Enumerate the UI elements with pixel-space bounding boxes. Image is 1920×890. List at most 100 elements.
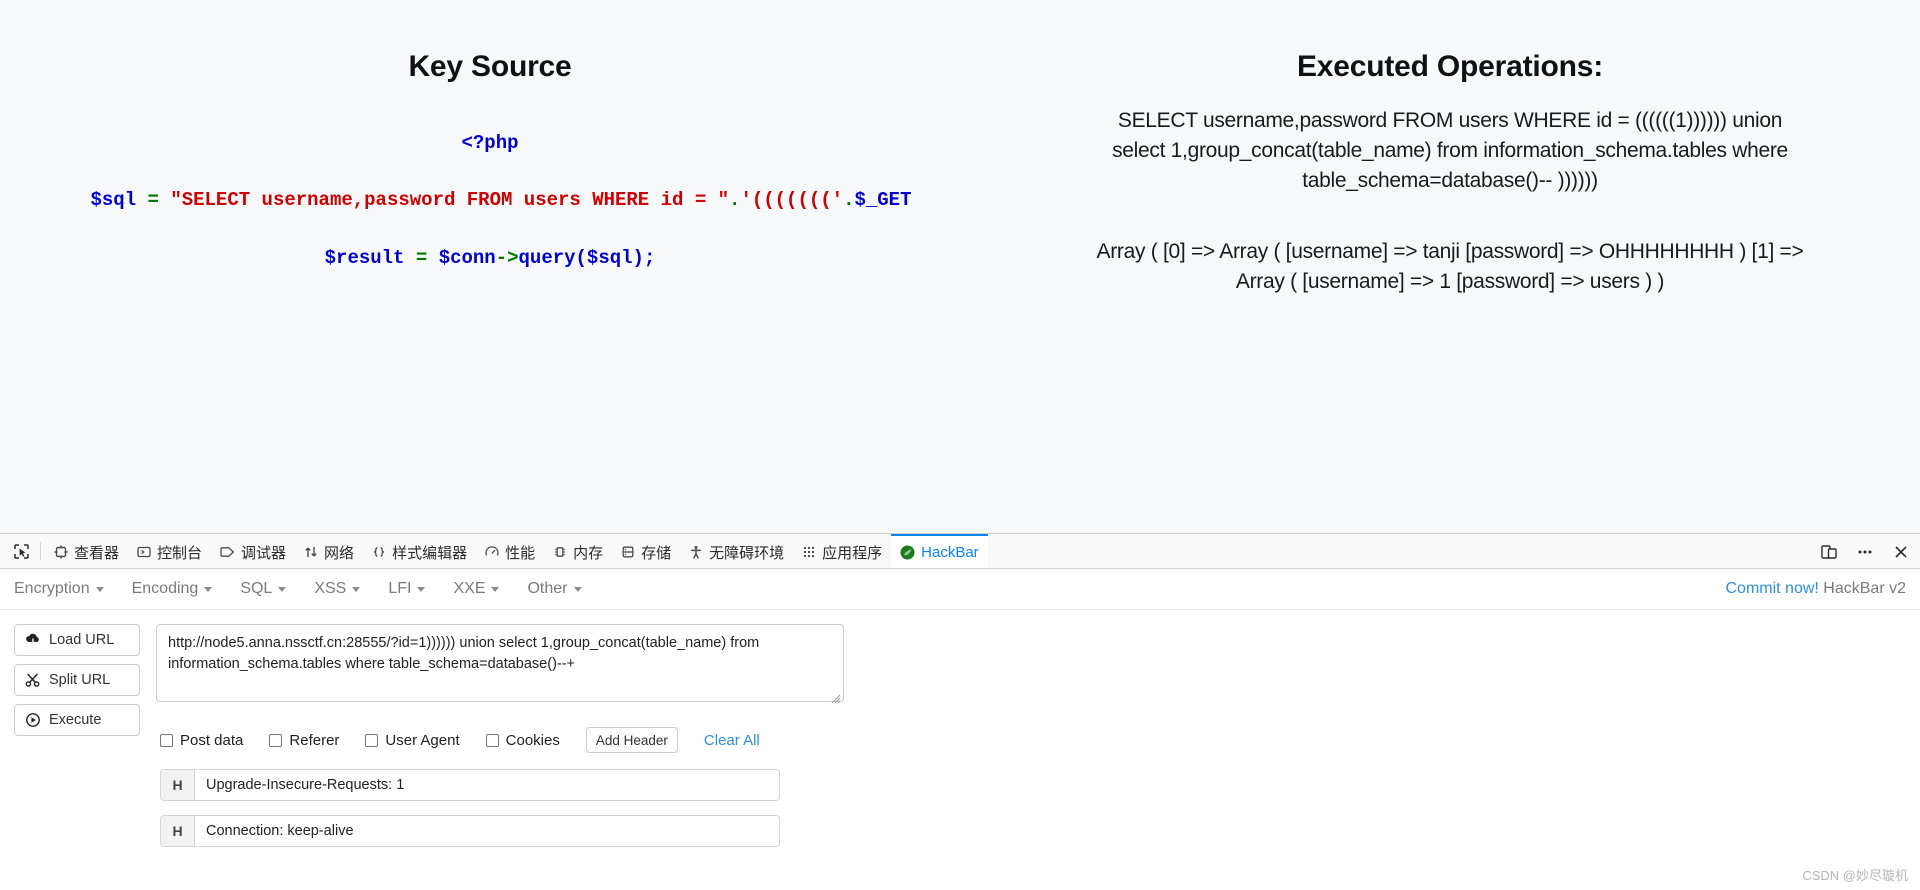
chevron-down-icon — [204, 586, 213, 592]
header-row[interactable]: H Upgrade-Insecure-Requests: 1 — [160, 769, 780, 801]
cloud-download-icon — [25, 633, 41, 647]
chevron-down-icon — [491, 586, 500, 592]
query-argument-token: ($sql); — [575, 247, 656, 269]
add-header-button[interactable]: Add Header — [585, 727, 678, 753]
devtools-tab-console[interactable]: 控制台 — [128, 534, 211, 568]
rendered-page-area: Key Source <?php $sql = "SELECT username… — [0, 0, 1920, 533]
key-source-column: Key Source <?php $sql = "SELECT username… — [0, 0, 980, 297]
devtools-tab-accessibility[interactable]: 无障碍环境 — [680, 534, 793, 568]
chevron-down-icon — [573, 586, 582, 592]
application-icon — [802, 545, 816, 559]
devtools-tab-debugger[interactable]: 调试器 — [211, 534, 295, 568]
conn-variable-token: $conn — [438, 247, 496, 269]
url-textarea-wrapper — [156, 624, 844, 707]
menu-label: LFI — [388, 580, 412, 597]
hackbar-headers-list: H Upgrade-Insecure-Requests: 1 H Connect… — [156, 769, 1906, 847]
post-data-checkbox[interactable]: Post data — [160, 732, 243, 749]
devtools-tab-style-editor[interactable]: 样式编辑器 — [363, 534, 476, 568]
devtools-tab-label: 内存 — [573, 544, 604, 562]
inspector-icon — [54, 545, 68, 559]
style-editor-icon — [372, 545, 386, 559]
devtools-tab-label: 样式编辑器 — [392, 544, 468, 562]
accessibility-icon — [689, 545, 703, 559]
hackbar-options-row: Post data Referer User Agent Cookies Add… — [156, 727, 1906, 753]
hackbar-body: Load URL Split URL Execute http://node5.… — [0, 610, 1920, 861]
hackbar-menu-sql[interactable]: SQL — [240, 580, 287, 598]
sql-concat2-token: . — [843, 189, 855, 211]
url-input[interactable] — [156, 624, 844, 702]
sql-concat-token: . — [729, 189, 741, 211]
button-label: Execute — [49, 712, 102, 728]
sql-parens-token: '(((((((' — [740, 189, 844, 211]
console-icon — [137, 545, 151, 559]
header-value[interactable]: Connection: keep-alive — [195, 816, 779, 846]
element-picker-icon[interactable] — [6, 536, 36, 566]
close-icon[interactable] — [1890, 541, 1912, 563]
hackbar-menu-encryption[interactable]: Encryption — [14, 580, 104, 598]
execute-button[interactable]: Execute — [14, 704, 140, 736]
scissors-icon — [25, 673, 41, 687]
hackbar-panel: Encryption Encoding SQL XSS LFI XXE Othe… — [0, 569, 1920, 890]
storage-icon — [621, 545, 635, 559]
csdn-watermark: CSDN @妙尽璇机 — [1802, 868, 1908, 883]
menu-label: Encoding — [131, 580, 199, 597]
result-equals-token: = — [415, 247, 428, 269]
devtools-tab-memory[interactable]: 内存 — [544, 534, 612, 568]
sql-string-token: "SELECT username,password FROM users WHE… — [170, 189, 730, 211]
page-columns: Key Source <?php $sql = "SELECT username… — [0, 0, 1920, 297]
executed-operations-column: Executed Operations: SELECT username,pas… — [980, 0, 1920, 297]
checkbox-box — [365, 733, 379, 747]
chevron-down-icon — [417, 586, 426, 592]
header-row[interactable]: H Connection: keep-alive — [160, 815, 780, 847]
devtools-tab-label: 调试器 — [241, 544, 287, 562]
option-label: Referer — [289, 731, 340, 749]
user-agent-checkbox[interactable]: User Agent — [365, 731, 460, 749]
play-icon — [25, 713, 41, 727]
devtools-tab-storage[interactable]: 存储 — [612, 534, 680, 568]
result-variable-token: $result — [324, 247, 405, 269]
hackbar-menu-xss[interactable]: XSS — [314, 580, 361, 598]
executed-sql-text: SELECT username,password FROM users WHER… — [1112, 109, 1788, 192]
clear-all-button[interactable]: Clear All — [704, 732, 760, 749]
debugger-icon — [220, 545, 235, 559]
devtools-toolbar: 查看器 控制台 调试器 网络 样式编辑器 性能 内存 存储 无障碍环境 应用程序… — [0, 534, 1920, 569]
devtools-tab-application[interactable]: 应用程序 — [793, 534, 891, 568]
menu-label: XSS — [314, 580, 347, 597]
button-label: Split URL — [49, 672, 111, 688]
checkbox-box — [485, 733, 499, 747]
devtools-tab-label: 查看器 — [74, 544, 120, 562]
commit-now-link[interactable]: Commit now! — [1725, 580, 1818, 597]
devtools-tab-network[interactable]: 网络 — [295, 534, 363, 568]
memory-icon — [553, 545, 567, 559]
hackbar-menu-encoding[interactable]: Encoding — [132, 580, 213, 598]
devtools-panel: 查看器 控制台 调试器 网络 样式编辑器 性能 内存 存储 无障碍环境 应用程序… — [0, 533, 1920, 890]
meatball-menu-icon[interactable] — [1854, 541, 1876, 563]
checkbox-box — [160, 733, 173, 747]
option-label: Post data — [180, 731, 244, 749]
hackbar-menu-xxe[interactable]: XXE — [453, 580, 500, 598]
responsive-design-mode-icon[interactable] — [1818, 541, 1840, 563]
menu-label: Encryption — [14, 580, 90, 597]
button-label: Load URL — [49, 632, 115, 648]
devtools-tab-performance[interactable]: 性能 — [476, 534, 544, 568]
hackbar-menu-other[interactable]: Other — [527, 580, 582, 598]
devtools-tab-label: 应用程序 — [822, 544, 883, 562]
option-label: User Agent — [385, 731, 460, 749]
devtools-toolbar-right — [1818, 534, 1912, 569]
header-value[interactable]: Upgrade-Insecure-Requests: 1 — [195, 770, 779, 800]
hackbar-icon — [900, 545, 915, 560]
page-title-key-source: Key Source — [408, 50, 572, 83]
referer-checkbox[interactable]: Referer — [269, 732, 339, 749]
devtools-tab-label: 存储 — [641, 544, 672, 562]
cookies-checkbox[interactable]: Cookies — [485, 732, 560, 749]
devtools-tab-hackbar[interactable]: HackBar — [891, 534, 988, 568]
header-tag: H — [161, 816, 195, 846]
load-url-button[interactable]: Load URL — [14, 624, 140, 656]
hackbar-menu-lfi[interactable]: LFI — [388, 580, 426, 598]
performance-icon — [485, 545, 499, 559]
split-url-button[interactable]: Split URL — [14, 664, 140, 696]
sql-variable-token: $sql — [90, 189, 137, 211]
menu-label: XXE — [453, 580, 486, 597]
sql-equals-token: = — [147, 189, 159, 211]
devtools-tab-inspector[interactable]: 查看器 — [45, 534, 128, 568]
